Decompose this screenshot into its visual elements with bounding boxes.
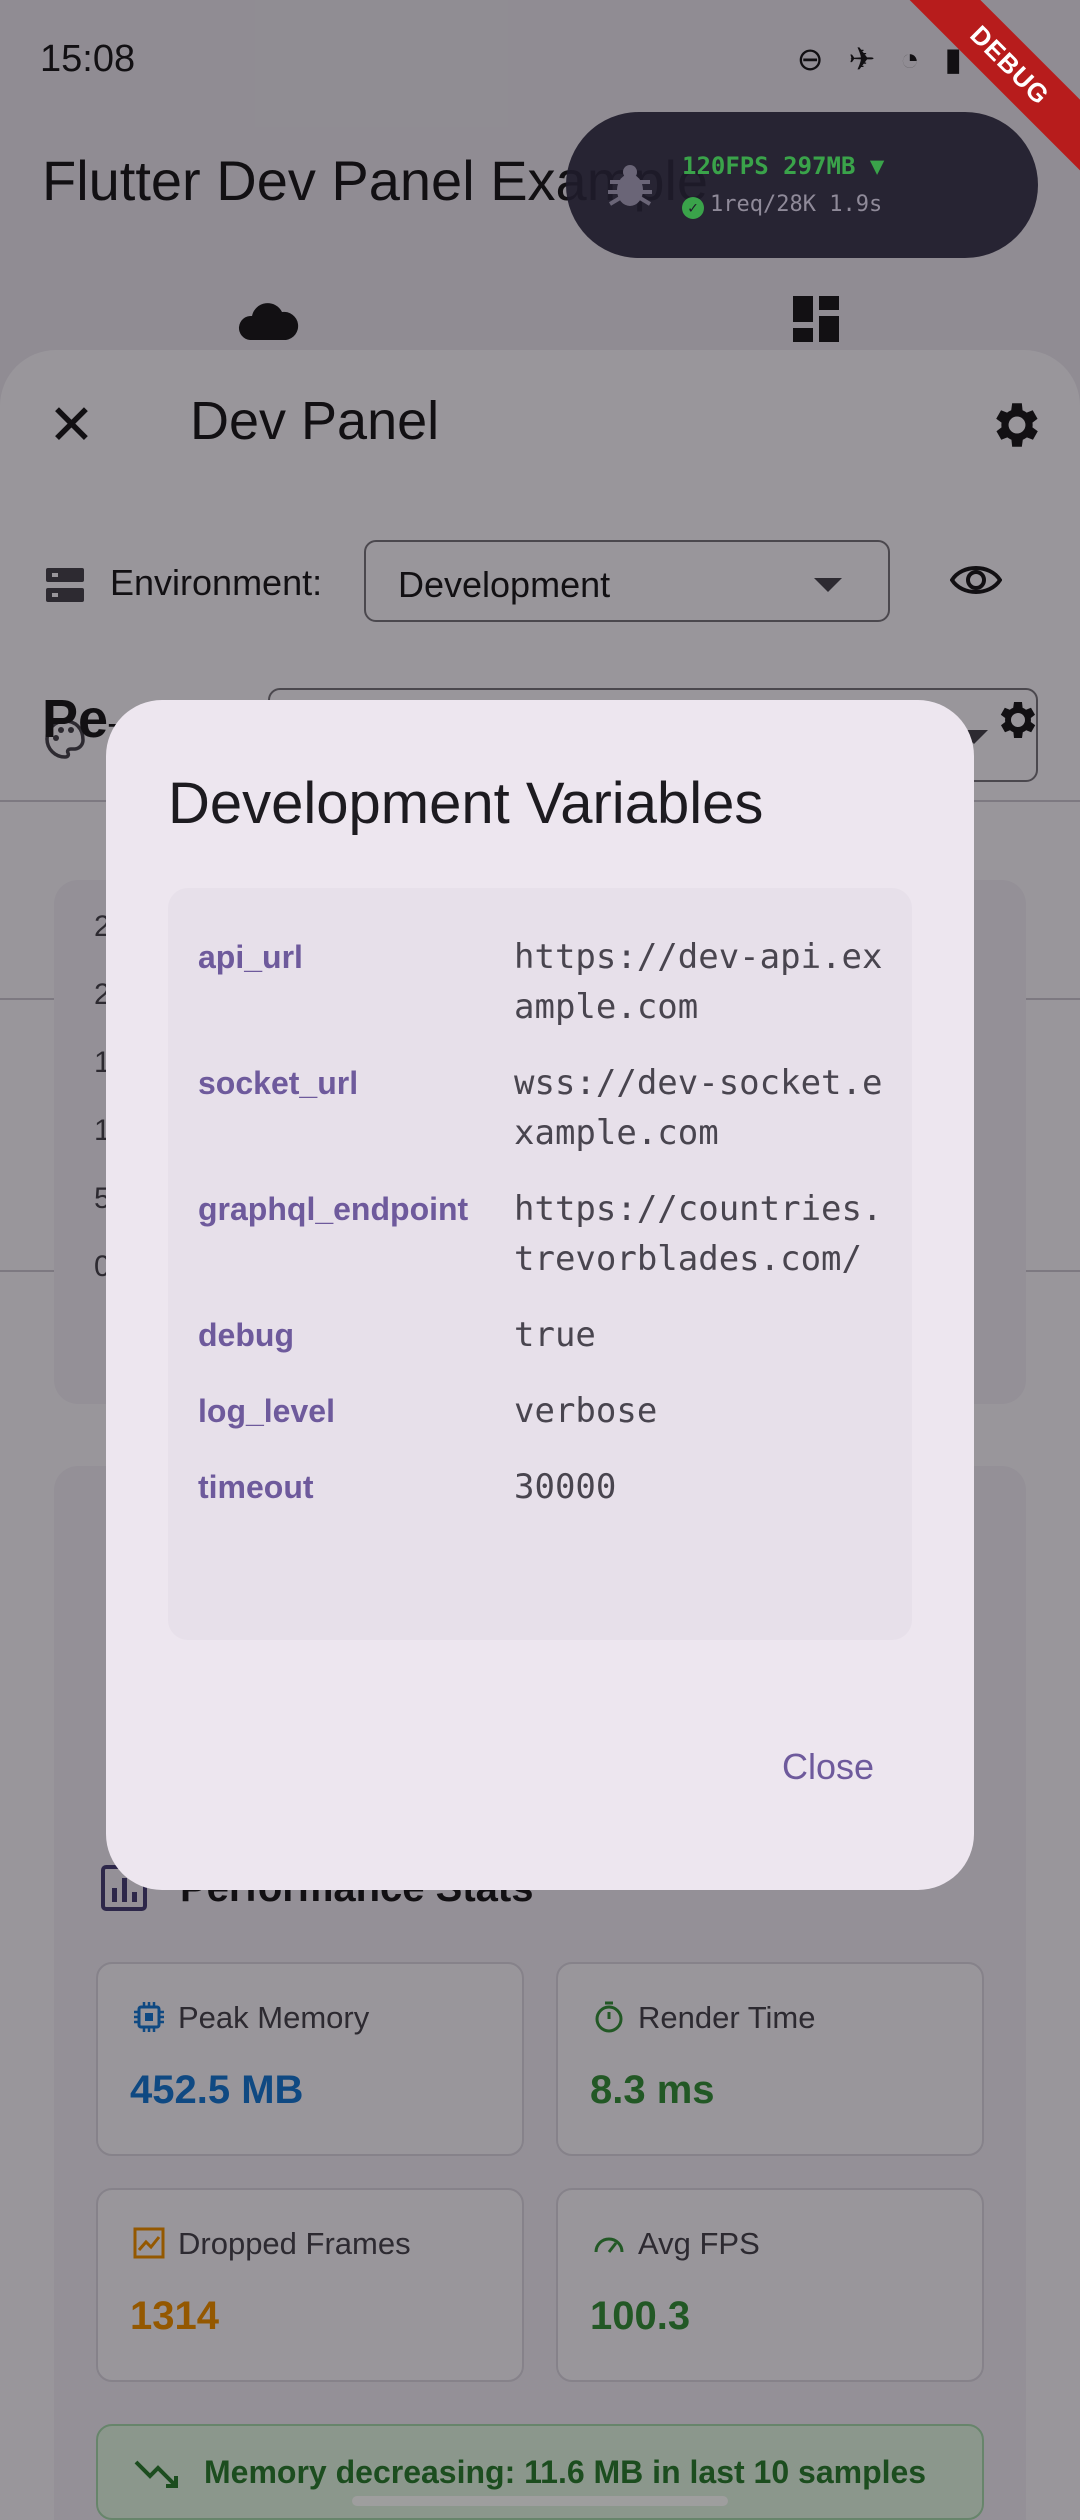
variable-key: socket_url [198,1065,359,1101]
variable-key: graphql_endpoint [198,1191,469,1227]
variable-value: wss://dev-socket.example.com [514,1063,883,1153]
variable-row: graphql_endpoint https://countries.trevo… [198,1184,912,1284]
variable-key: debug [198,1317,294,1353]
network-readout: ✓ 1req/28K 1.9s [682,192,882,219]
dialog-title: Development Variables [168,771,764,836]
variable-row: debug true [198,1310,912,1360]
performance-overlay[interactable]: 120FPS 297MB ▼ ✓ 1req/28K 1.9s [566,112,1038,258]
variable-value: https://countries.trevorblades.com/ [514,1189,883,1279]
variable-value: https://dev-api.example.com [514,937,883,1027]
home-indicator[interactable] [352,2496,728,2506]
variable-value: true [514,1315,596,1355]
environment-variables-dialog: Development Variables api_url https://de… [106,700,974,1890]
variable-row: api_url https://dev-api.example.com [198,932,912,1032]
variable-value: 30000 [514,1467,617,1507]
variables-table: api_url https://dev-api.example.com sock… [168,888,912,1640]
variable-row: log_level verbose [198,1386,912,1436]
variable-value: verbose [514,1391,658,1431]
variable-key: log_level [198,1393,335,1429]
close-button[interactable]: Close [782,1746,874,1788]
variable-key: timeout [198,1469,314,1505]
check-icon: ✓ [682,197,704,219]
variable-row: socket_url wss://dev-socket.example.com [198,1058,912,1158]
bug-icon [608,165,652,206]
fps-memory-readout: 120FPS 297MB ▼ [682,152,885,180]
variable-key: api_url [198,939,303,975]
variable-row: timeout 30000 [198,1462,912,1512]
